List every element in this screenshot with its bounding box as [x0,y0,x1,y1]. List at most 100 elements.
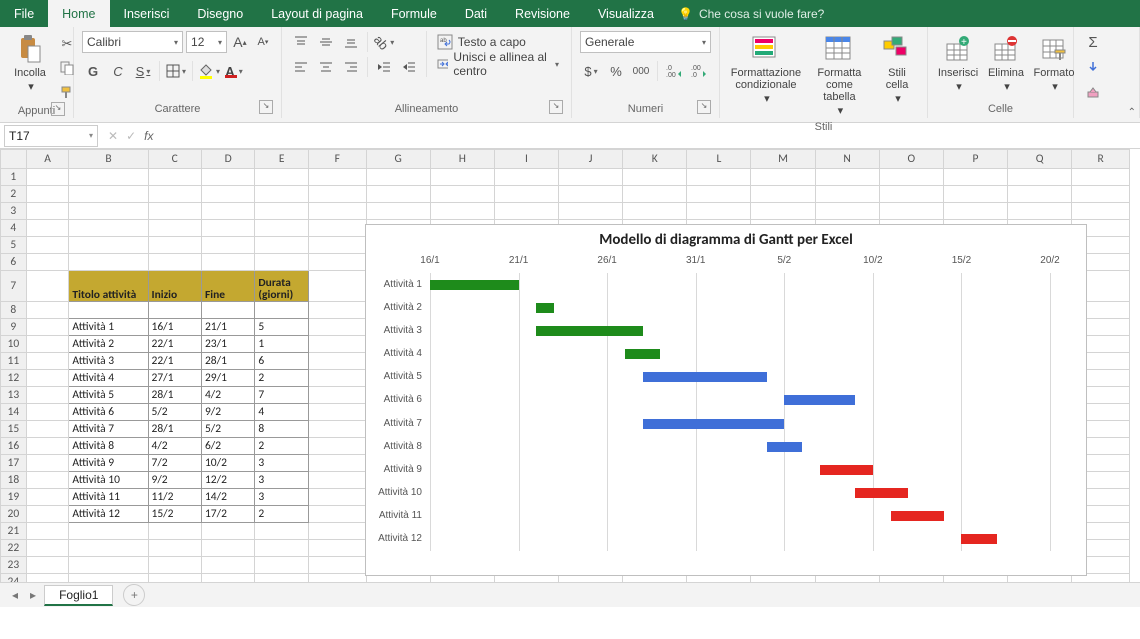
cell[interactable]: 4/2 [148,438,201,455]
cell[interactable] [308,203,366,220]
cell[interactable]: 2 [255,370,308,387]
cell[interactable]: 21/1 [201,319,254,336]
cell[interactable]: 3 [255,472,308,489]
cell[interactable] [1072,169,1130,186]
cell[interactable] [148,557,201,574]
align-left-button[interactable] [290,56,312,78]
tell-me-text[interactable]: Che cosa si vuole fare? [699,7,824,21]
cell[interactable]: Attività 10 [69,472,148,489]
sheet-tab[interactable]: Foglio1 [44,585,113,606]
cell[interactable] [623,186,687,203]
cell[interactable] [308,472,366,489]
cell[interactable] [148,302,201,319]
cell[interactable]: Titolo attività [69,271,148,302]
cell[interactable]: Attività 1 [69,319,148,336]
cell[interactable] [148,186,201,203]
cell[interactable] [687,169,751,186]
row-header[interactable]: 12 [1,370,27,387]
number-format-combo[interactable]: Generale▾ [580,31,711,53]
orientation-button[interactable]: ab▾ [373,31,395,53]
cell[interactable] [255,540,308,557]
row-header[interactable]: 6 [1,254,27,271]
cell[interactable]: 5/2 [148,404,201,421]
cell[interactable] [201,237,254,254]
tab-file[interactable]: File [0,0,48,27]
format-as-table-button[interactable]: Formatta come tabella▾ [808,31,871,119]
row-header[interactable]: 24 [1,574,27,583]
cell[interactable] [69,237,148,254]
cell[interactable] [308,455,366,472]
cell-styles-button[interactable]: Stili cella▾ [875,31,919,107]
cell[interactable]: Attività 6 [69,404,148,421]
cell[interactable] [559,203,623,220]
cell[interactable] [308,404,366,421]
cell[interactable]: Attività 3 [69,353,148,370]
row-header[interactable]: 8 [1,302,27,319]
col-header[interactable]: Q [1008,150,1072,169]
col-header[interactable]: D [201,150,254,169]
cell[interactable] [26,574,69,583]
cell[interactable] [26,523,69,540]
cell[interactable]: 2 [255,506,308,523]
row-header[interactable]: 21 [1,523,27,540]
merge-center-button[interactable]: Unisci e allinea al centro▾ [433,53,563,75]
cell[interactable] [148,220,201,237]
cell[interactable] [943,203,1007,220]
cell[interactable]: 5/2 [201,421,254,438]
col-header[interactable]: B [69,150,148,169]
fx-icon[interactable]: fx [144,129,153,143]
row-header[interactable]: 23 [1,557,27,574]
cell[interactable]: 27/1 [148,370,201,387]
cell[interactable] [815,186,879,203]
cell[interactable]: Attività 11 [69,489,148,506]
cell[interactable] [308,557,366,574]
cell[interactable]: 3 [255,489,308,506]
cell[interactable]: 5 [255,319,308,336]
align-middle-button[interactable] [315,31,337,53]
cell[interactable] [255,302,308,319]
cell[interactable] [308,574,366,583]
cell[interactable] [366,186,430,203]
decrease-decimal-button[interactable]: .00.0 [688,60,710,82]
col-header[interactable]: E [255,150,308,169]
cell[interactable] [308,489,366,506]
cell[interactable] [148,237,201,254]
cell[interactable] [308,353,366,370]
cell[interactable] [26,237,69,254]
row-header[interactable]: 22 [1,540,27,557]
fill-color-button[interactable]: ▾ [198,60,220,82]
cell[interactable]: 8 [255,421,308,438]
cell[interactable] [26,387,69,404]
row-header[interactable]: 17 [1,455,27,472]
cell[interactable] [1008,186,1072,203]
cell[interactable] [69,540,148,557]
cell[interactable]: 11/2 [148,489,201,506]
delete-cells-button[interactable]: Elimina▾ [984,31,1028,95]
bold-button[interactable]: G [82,60,104,82]
cell[interactable] [1072,186,1130,203]
cell[interactable]: 10/2 [201,455,254,472]
cell[interactable] [255,574,308,583]
cell[interactable] [26,186,69,203]
cell[interactable]: Attività 12 [69,506,148,523]
cell[interactable] [201,254,254,271]
cell[interactable] [69,203,148,220]
cell[interactable] [1008,203,1072,220]
row-header[interactable]: 11 [1,353,27,370]
cell[interactable]: 22/1 [148,353,201,370]
cell[interactable] [255,169,308,186]
formula-input[interactable] [163,126,1140,146]
row-header[interactable]: 3 [1,203,27,220]
tab-inserisci[interactable]: Inserisci [110,0,184,27]
gantt-chart[interactable]: Modello di diagramma di Gantt per Excel … [365,224,1087,576]
cell[interactable] [943,169,1007,186]
cell[interactable] [26,169,69,186]
col-header[interactable]: G [366,150,430,169]
tab-disegno[interactable]: Disegno [183,0,257,27]
cell[interactable] [26,336,69,353]
cell[interactable] [494,169,558,186]
grow-font-button[interactable]: A▴ [230,31,250,53]
cell[interactable] [1072,203,1130,220]
cell[interactable] [308,302,366,319]
cell[interactable] [308,370,366,387]
